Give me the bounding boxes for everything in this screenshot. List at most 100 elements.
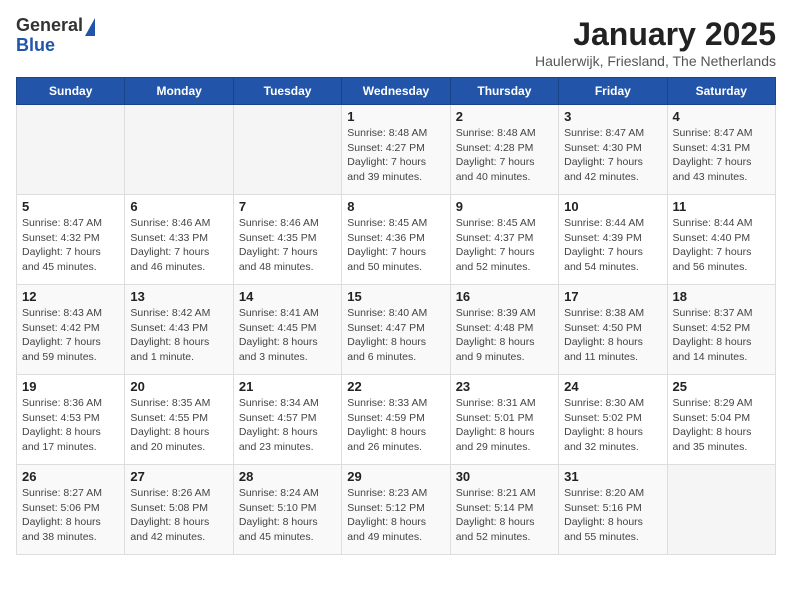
calendar-cell: 9 Sunrise: 8:45 AMSunset: 4:37 PMDaylight… — [450, 195, 558, 285]
calendar-cell: 14 Sunrise: 8:41 AMSunset: 4:45 PMDayligh… — [233, 285, 341, 375]
calendar-cell: 17Sunrise: 8:38 AMSunset: 4:50 PMDayligh… — [559, 285, 667, 375]
day-number: 9 — [456, 199, 553, 214]
day-info: Sunrise: 8:26 AMSunset: 5:08 PMDaylight:… — [130, 486, 227, 545]
logo-general: General — [16, 16, 83, 36]
day-info: Sunrise: 8:47 AMSunset: 4:31 PMDaylight:… — [673, 126, 770, 185]
weekday-header: Thursday — [450, 78, 558, 105]
day-info: Sunrise: 8:30 AMSunset: 5:02 PMDaylight:… — [564, 396, 661, 455]
calendar-cell: 13Sunrise: 8:42 AMSunset: 4:43 PMDayligh… — [125, 285, 233, 375]
title-area: January 2025 Haulerwijk, Friesland, The … — [535, 16, 776, 69]
calendar-week-row: 12 Sunrise: 8:43 AMSunset: 4:42 PMDayligh… — [17, 285, 776, 375]
day-info: Sunrise: 8:47 AMSunset: 4:30 PMDaylight:… — [564, 126, 661, 185]
day-number: 6 — [130, 199, 227, 214]
day-info: Sunrise: 8:45 AMSunset: 4:37 PMDaylight:… — [456, 216, 553, 275]
day-info: Sunrise: 8:44 AMSunset: 4:39 PMDaylight:… — [564, 216, 661, 275]
day-info: Sunrise: 8:39 AMSunset: 4:48 PMDaylight:… — [456, 306, 553, 365]
calendar-cell: 23 Sunrise: 8:31 AMSunset: 5:01 PMDayligh… — [450, 375, 558, 465]
calendar-cell — [125, 105, 233, 195]
day-info: Sunrise: 8:36 AMSunset: 4:53 PMDaylight:… — [22, 396, 119, 455]
day-number: 24 — [564, 379, 661, 394]
day-number: 1 — [347, 109, 444, 124]
day-info: Sunrise: 8:24 AMSunset: 5:10 PMDaylight:… — [239, 486, 336, 545]
calendar-cell: 8 Sunrise: 8:45 AMSunset: 4:36 PMDaylight… — [342, 195, 450, 285]
calendar-cell: 30 Sunrise: 8:21 AMSunset: 5:14 PMDayligh… — [450, 465, 558, 555]
day-info: Sunrise: 8:23 AMSunset: 5:12 PMDaylight:… — [347, 486, 444, 545]
day-info: Sunrise: 8:35 AMSunset: 4:55 PMDaylight:… — [130, 396, 227, 455]
day-number: 8 — [347, 199, 444, 214]
day-number: 7 — [239, 199, 336, 214]
day-number: 18 — [673, 289, 770, 304]
day-number: 14 — [239, 289, 336, 304]
day-info: Sunrise: 8:33 AMSunset: 4:59 PMDaylight:… — [347, 396, 444, 455]
day-number: 3 — [564, 109, 661, 124]
calendar-cell: 25 Sunrise: 8:29 AMSunset: 5:04 PMDayligh… — [667, 375, 775, 465]
calendar-cell: 11 Sunrise: 8:44 AMSunset: 4:40 PMDayligh… — [667, 195, 775, 285]
day-number: 12 — [22, 289, 119, 304]
day-number: 10 — [564, 199, 661, 214]
calendar-cell — [233, 105, 341, 195]
day-info: Sunrise: 8:41 AMSunset: 4:45 PMDaylight:… — [239, 306, 336, 365]
weekday-header: Monday — [125, 78, 233, 105]
calendar-cell: 31Sunrise: 8:20 AMSunset: 5:16 PMDayligh… — [559, 465, 667, 555]
day-number: 29 — [347, 469, 444, 484]
calendar-header: SundayMondayTuesdayWednesdayThursdayFrid… — [17, 78, 776, 105]
calendar-cell: 15Sunrise: 8:40 AMSunset: 4:47 PMDayligh… — [342, 285, 450, 375]
day-number: 31 — [564, 469, 661, 484]
day-number: 11 — [673, 199, 770, 214]
day-info: Sunrise: 8:37 AMSunset: 4:52 PMDaylight:… — [673, 306, 770, 365]
day-number: 30 — [456, 469, 553, 484]
day-info: Sunrise: 8:47 AMSunset: 4:32 PMDaylight:… — [22, 216, 119, 275]
day-info: Sunrise: 8:44 AMSunset: 4:40 PMDaylight:… — [673, 216, 770, 275]
day-info: Sunrise: 8:48 AMSunset: 4:28 PMDaylight:… — [456, 126, 553, 185]
day-number: 23 — [456, 379, 553, 394]
logo-blue: Blue — [16, 36, 55, 56]
day-info: Sunrise: 8:46 AMSunset: 4:33 PMDaylight:… — [130, 216, 227, 275]
calendar-cell: 18 Sunrise: 8:37 AMSunset: 4:52 PMDayligh… — [667, 285, 775, 375]
day-info: Sunrise: 8:34 AMSunset: 4:57 PMDaylight:… — [239, 396, 336, 455]
calendar-cell: 16 Sunrise: 8:39 AMSunset: 4:48 PMDayligh… — [450, 285, 558, 375]
day-number: 26 — [22, 469, 119, 484]
calendar-body: 1 Sunrise: 8:48 AMSunset: 4:27 PMDaylight… — [17, 105, 776, 555]
day-info: Sunrise: 8:43 AMSunset: 4:42 PMDaylight:… — [22, 306, 119, 365]
calendar-cell: 24 Sunrise: 8:30 AMSunset: 5:02 PMDayligh… — [559, 375, 667, 465]
calendar-week-row: 5 Sunrise: 8:47 AMSunset: 4:32 PMDaylight… — [17, 195, 776, 285]
logo-triangle-icon — [85, 18, 95, 36]
page-header: General Blue January 2025 Haulerwijk, Fr… — [16, 16, 776, 69]
day-info: Sunrise: 8:31 AMSunset: 5:01 PMDaylight:… — [456, 396, 553, 455]
day-info: Sunrise: 8:46 AMSunset: 4:35 PMDaylight:… — [239, 216, 336, 275]
calendar-cell: 19 Sunrise: 8:36 AMSunset: 4:53 PMDayligh… — [17, 375, 125, 465]
day-number: 22 — [347, 379, 444, 394]
weekday-header: Wednesday — [342, 78, 450, 105]
day-number: 2 — [456, 109, 553, 124]
day-info: Sunrise: 8:42 AMSunset: 4:43 PMDaylight:… — [130, 306, 227, 365]
day-number: 19 — [22, 379, 119, 394]
day-info: Sunrise: 8:21 AMSunset: 5:14 PMDaylight:… — [456, 486, 553, 545]
logo: General Blue — [16, 16, 95, 56]
day-number: 20 — [130, 379, 227, 394]
day-number: 5 — [22, 199, 119, 214]
calendar-cell: 27 Sunrise: 8:26 AMSunset: 5:08 PMDayligh… — [125, 465, 233, 555]
day-number: 17 — [564, 289, 661, 304]
day-info: Sunrise: 8:45 AMSunset: 4:36 PMDaylight:… — [347, 216, 444, 275]
day-number: 21 — [239, 379, 336, 394]
day-number: 16 — [456, 289, 553, 304]
calendar-cell: 1 Sunrise: 8:48 AMSunset: 4:27 PMDaylight… — [342, 105, 450, 195]
day-number: 28 — [239, 469, 336, 484]
month-title: January 2025 — [535, 16, 776, 53]
calendar-cell: 2 Sunrise: 8:48 AMSunset: 4:28 PMDaylight… — [450, 105, 558, 195]
calendar-cell: 20 Sunrise: 8:35 AMSunset: 4:55 PMDayligh… — [125, 375, 233, 465]
calendar-cell: 5 Sunrise: 8:47 AMSunset: 4:32 PMDaylight… — [17, 195, 125, 285]
calendar-cell: 22 Sunrise: 8:33 AMSunset: 4:59 PMDayligh… — [342, 375, 450, 465]
day-info: Sunrise: 8:27 AMSunset: 5:06 PMDaylight:… — [22, 486, 119, 545]
day-info: Sunrise: 8:29 AMSunset: 5:04 PMDaylight:… — [673, 396, 770, 455]
calendar-week-row: 1 Sunrise: 8:48 AMSunset: 4:27 PMDaylight… — [17, 105, 776, 195]
day-info: Sunrise: 8:40 AMSunset: 4:47 PMDaylight:… — [347, 306, 444, 365]
day-info: Sunrise: 8:48 AMSunset: 4:27 PMDaylight:… — [347, 126, 444, 185]
calendar-cell: 3 Sunrise: 8:47 AMSunset: 4:30 PMDaylight… — [559, 105, 667, 195]
day-number: 27 — [130, 469, 227, 484]
calendar-table: SundayMondayTuesdayWednesdayThursdayFrid… — [16, 77, 776, 555]
day-number: 25 — [673, 379, 770, 394]
calendar-cell: 6 Sunrise: 8:46 AMSunset: 4:33 PMDaylight… — [125, 195, 233, 285]
weekday-header: Saturday — [667, 78, 775, 105]
calendar-cell: 7 Sunrise: 8:46 AMSunset: 4:35 PMDaylight… — [233, 195, 341, 285]
